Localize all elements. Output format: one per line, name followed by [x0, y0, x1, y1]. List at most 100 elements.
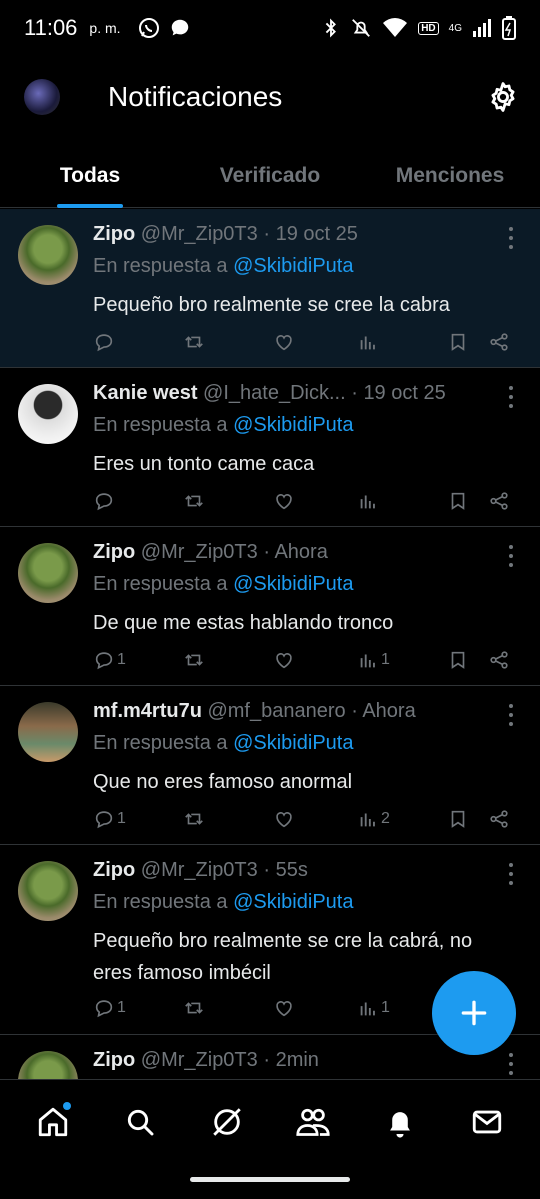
timestamp: Ahora — [362, 700, 416, 722]
author-handle: @Mr_Zip0T3 — [140, 859, 258, 881]
author-handle: @Mr_Zip0T3 — [140, 1049, 258, 1071]
author-name[interactable]: Zipo — [93, 1049, 135, 1071]
action-bar: 1 2 — [93, 808, 514, 832]
more-options-icon[interactable] — [508, 704, 514, 726]
like-button[interactable] — [273, 997, 295, 1019]
reply-context: En respuesta a @SkibidiPuta — [93, 414, 353, 437]
author-name[interactable]: Zipo — [93, 223, 135, 245]
more-options-icon[interactable] — [508, 227, 514, 249]
bookmark-button[interactable] — [447, 490, 469, 512]
repost-icon — [185, 654, 203, 666]
bookmark-button[interactable] — [447, 649, 469, 671]
home-icon — [39, 1107, 68, 1136]
nav-notifications[interactable] — [380, 1102, 420, 1142]
notification-item[interactable]: Kanie west @I_hate_Dick... · 19 oct 25 E… — [0, 368, 540, 527]
views-button[interactable] — [357, 331, 381, 353]
author-name[interactable]: Zipo — [93, 541, 135, 563]
share-icon — [490, 492, 508, 510]
views-button[interactable]: 2 — [357, 808, 390, 830]
like-button[interactable] — [273, 649, 295, 671]
heart-icon — [276, 494, 292, 510]
nav-home[interactable] — [33, 1101, 73, 1142]
more-options-icon[interactable] — [508, 545, 514, 567]
reply-context: En respuesta a @SkibidiPuta — [93, 255, 353, 278]
reply-button[interactable]: 1 — [93, 808, 126, 830]
notification-item[interactable]: Zipo @Mr_Zip0T3 · 19 oct 25 En respuesta… — [0, 209, 540, 368]
item-meta: Zipo @Mr_Zip0T3 · Ahora — [93, 541, 490, 564]
timestamp: 55s — [275, 859, 308, 881]
reply-count: 1 — [117, 651, 126, 668]
avatar[interactable] — [18, 861, 78, 921]
nav-messages[interactable] — [467, 1102, 507, 1142]
mention-link[interactable]: @SkibidiPuta — [233, 573, 353, 595]
reply-icon — [95, 652, 113, 670]
tab-menciones[interactable]: Menciones — [360, 150, 540, 207]
author-handle: @Mr_Zip0T3 — [140, 541, 258, 563]
notification-item[interactable]: mf.m4rtu7u @mf_bananero · Ahora En respu… — [0, 686, 540, 845]
repost-button[interactable] — [183, 808, 205, 830]
avatar[interactable] — [18, 543, 78, 603]
avatar[interactable] — [18, 702, 78, 762]
gesture-bar[interactable] — [190, 1177, 350, 1182]
mention-link[interactable]: @SkibidiPuta — [233, 414, 353, 436]
avatar[interactable] — [18, 225, 78, 285]
people-icon — [296, 1108, 330, 1136]
mention-link[interactable]: @SkibidiPuta — [233, 732, 353, 754]
like-button[interactable] — [273, 808, 295, 830]
like-button[interactable] — [273, 331, 295, 353]
repost-button[interactable] — [183, 649, 205, 671]
profile-avatar[interactable] — [24, 79, 60, 115]
views-button[interactable]: 1 — [357, 997, 390, 1019]
bluetooth-icon — [325, 18, 337, 38]
nav-grok[interactable] — [207, 1102, 247, 1142]
author-name[interactable]: mf.m4rtu7u — [93, 700, 202, 722]
separator: · — [351, 700, 358, 722]
like-button[interactable] — [273, 490, 295, 512]
separator: · — [263, 223, 271, 245]
author-handle: @Mr_Zip0T3 — [140, 223, 258, 245]
tab-todas[interactable]: Todas — [0, 150, 180, 208]
more-options-icon[interactable] — [508, 386, 514, 408]
hd-badge: HD — [418, 21, 439, 35]
bookmark-icon — [451, 651, 465, 669]
notifications-feed[interactable]: Zipo @Mr_Zip0T3 · 19 oct 25 En respuesta… — [0, 209, 540, 1079]
views-button[interactable]: 1 — [357, 649, 390, 671]
repost-button[interactable] — [183, 997, 205, 1019]
share-icon — [490, 810, 508, 828]
separator: · — [263, 1049, 271, 1071]
unread-dot — [63, 1101, 72, 1110]
mention-link[interactable]: @SkibidiPuta — [233, 891, 353, 913]
reply-button[interactable]: 1 — [93, 997, 126, 1019]
repost-icon — [185, 336, 203, 348]
author-name[interactable]: Kanie west — [93, 382, 197, 404]
more-options-icon[interactable] — [508, 1053, 514, 1075]
notification-item[interactable]: Zipo @Mr_Zip0T3 · Ahora En respuesta a @… — [0, 527, 540, 686]
share-button[interactable] — [488, 808, 510, 830]
nav-search[interactable] — [120, 1102, 160, 1142]
repost-button[interactable] — [183, 331, 205, 353]
views-button[interactable] — [357, 490, 381, 512]
share-button[interactable] — [488, 331, 510, 353]
bell-icon — [390, 1111, 410, 1138]
share-button[interactable] — [488, 490, 510, 512]
repost-button[interactable] — [183, 490, 205, 512]
bookmark-button[interactable] — [447, 808, 469, 830]
nav-communities[interactable] — [293, 1102, 333, 1142]
reply-button[interactable] — [93, 331, 117, 353]
author-name[interactable]: Zipo — [93, 859, 135, 881]
reply-button[interactable] — [93, 490, 117, 512]
reply-prefix: En respuesta a — [93, 414, 228, 436]
avatar[interactable] — [18, 384, 78, 444]
action-bar: 1 1 — [93, 649, 514, 673]
reply-button[interactable]: 1 — [93, 649, 126, 671]
more-options-icon[interactable] — [508, 863, 514, 885]
bookmark-button[interactable] — [447, 331, 469, 353]
mention-link[interactable]: @SkibidiPuta — [233, 255, 353, 277]
tab-verificado[interactable]: Verificado — [180, 150, 360, 207]
tab-label: Todas — [59, 164, 121, 187]
compose-button[interactable] — [432, 971, 516, 1055]
share-button[interactable] — [488, 649, 510, 671]
bookmark-icon — [451, 333, 465, 351]
gear-icon[interactable] — [486, 80, 520, 114]
avatar[interactable] — [18, 1051, 78, 1079]
